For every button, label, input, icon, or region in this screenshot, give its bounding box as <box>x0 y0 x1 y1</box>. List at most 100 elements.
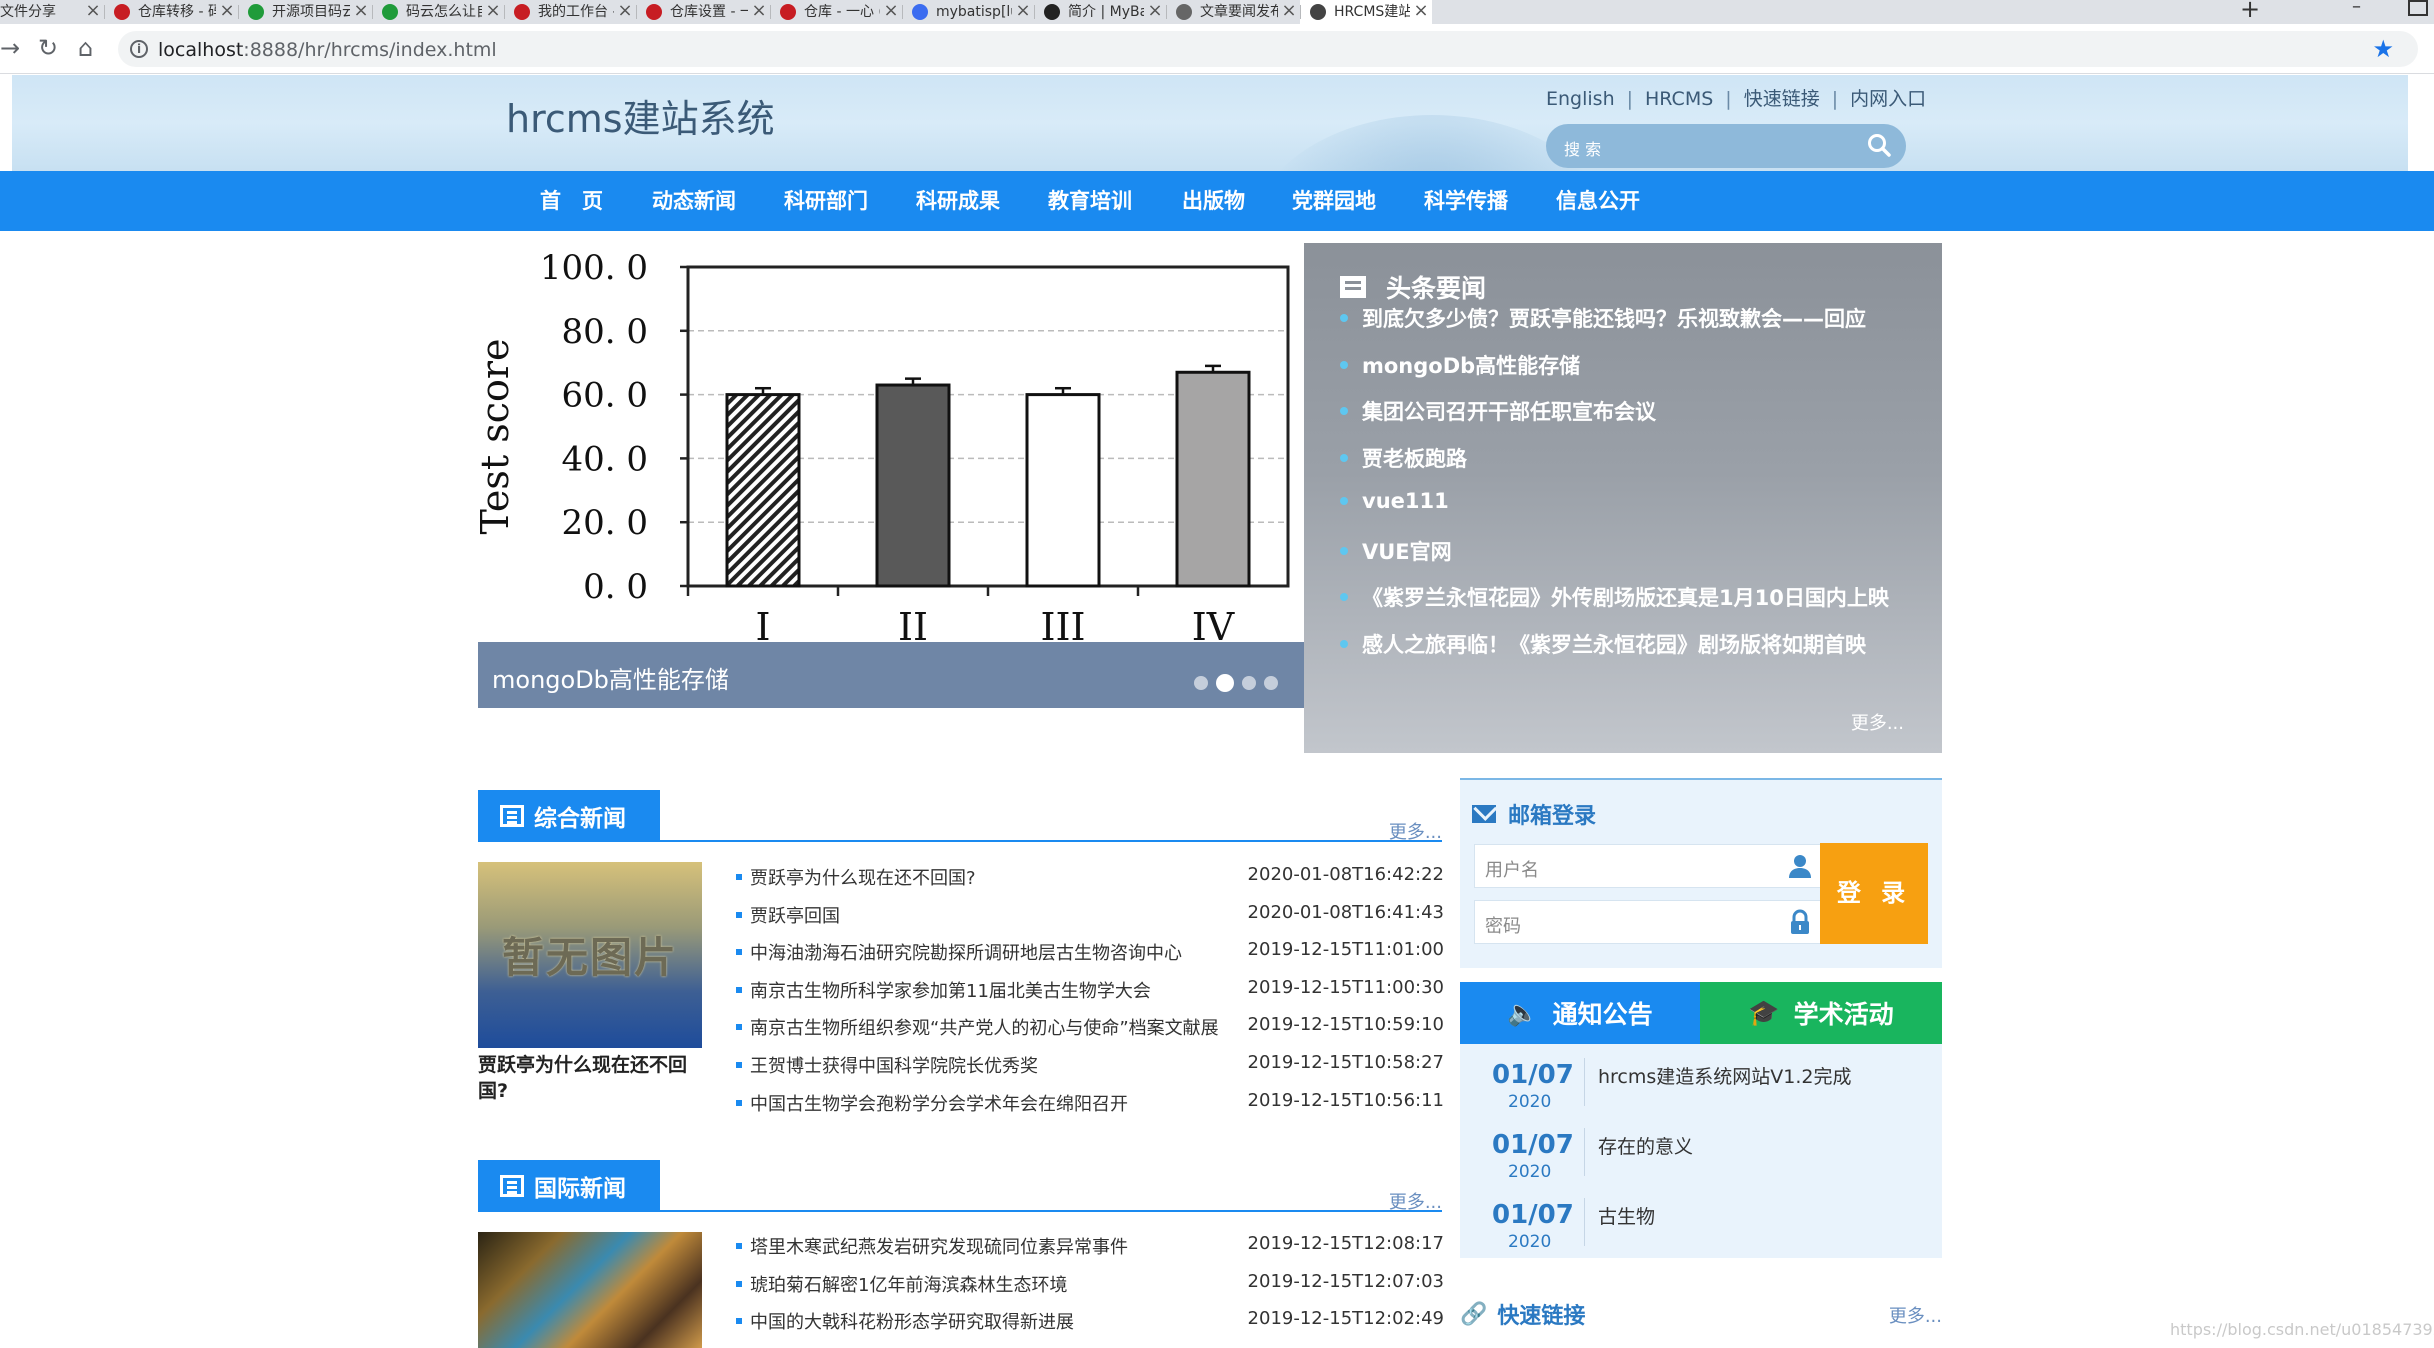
browser-tab[interactable]: mybatisp[lus_百度× <box>902 0 1034 24</box>
browser-tab[interactable]: 简介 | MyBatis-Plu× <box>1034 0 1166 24</box>
notice-item[interactable]: 01/07 2020 古生物 <box>1460 1184 1942 1252</box>
toplink-quicklinks[interactable]: 快速链接 <box>1744 88 1820 110</box>
news-row[interactable]: 南京古生物所组织参观“共产党人的初心与使命”档案文献展 2019-12-15T10… <box>736 1014 1444 1040</box>
news-title[interactable]: 贾跃亭回国 <box>750 902 840 928</box>
search-box[interactable]: 搜 索 <box>1546 124 1906 168</box>
maximize-button[interactable] <box>2408 0 2428 16</box>
notice-title[interactable]: 古生物 <box>1598 1202 1655 1229</box>
login-button[interactable]: 登 录 <box>1820 843 1928 944</box>
news-title[interactable]: 中海油渤海石油研究院勘探所调研地层古生物咨询中心 <box>750 939 1182 965</box>
browser-tab[interactable]: 仓库设置 - 一心/hr× <box>636 0 770 24</box>
nav-item[interactable]: 出版物 <box>1182 171 1245 231</box>
browser-tab[interactable]: 仓库转移 - 码云 Gi× <box>104 0 238 24</box>
headline-item[interactable]: mongoDb高性能存储 <box>1340 350 1580 380</box>
news-thumbnail-placeholder[interactable]: 暂无图片 <box>478 862 702 1048</box>
international-news-more-link[interactable]: 更多... <box>1389 1188 1442 1214</box>
browser-tab[interactable]: 文章要闻发布管理× <box>1166 0 1300 24</box>
close-tab-icon[interactable]: × <box>614 0 636 24</box>
site-info-icon[interactable]: i <box>130 40 148 58</box>
headlines-more-link[interactable]: 更多... <box>1851 709 1904 735</box>
close-tab-icon[interactable]: × <box>82 0 104 24</box>
search-input[interactable]: 搜 索 <box>1564 136 1601 160</box>
close-tab-icon[interactable]: × <box>1144 0 1166 24</box>
news-title[interactable]: 南京古生物所科学家参加第11届北美古生物学大会 <box>750 977 1151 1003</box>
site-title[interactable]: hrcms建站系统 <box>506 88 775 143</box>
headline-item[interactable]: 《紫罗兰永恒花园》外传剧场版还真是1月10日国内上映 <box>1340 582 1889 612</box>
notice-title[interactable]: 存在的意义 <box>1598 1132 1693 1159</box>
browser-tab[interactable]: 文件分享 × <box>0 0 104 24</box>
close-tab-icon[interactable]: × <box>216 0 238 24</box>
quick-links-more-link[interactable]: 更多... <box>1889 1302 1942 1328</box>
nav-item[interactable]: 科学传播 <box>1424 171 1508 231</box>
news-row[interactable]: 南京古生物所科学家参加第11届北美古生物学大会 2019-12-15T11:00:… <box>736 977 1444 1003</box>
news-row[interactable]: 贾跃亭回国 2020-01-08T16:41:43 <box>736 902 1444 928</box>
browser-tab[interactable]: 开源项目码云的项目× <box>238 0 372 24</box>
slide-dot[interactable] <box>1242 676 1256 690</box>
browser-tab[interactable]: 仓库 - 一心 (haor× <box>770 0 902 24</box>
thumbnail-caption[interactable]: 贾跃亭为什么现在还不回国? <box>478 1052 702 1104</box>
password-input[interactable]: 密码 <box>1485 912 1521 938</box>
nav-item[interactable]: 科研成果 <box>916 171 1000 231</box>
forward-icon[interactable]: → <box>0 36 20 60</box>
news-row[interactable]: 王贺博士获得中国科学院院长优秀奖 2019-12-15T10:58:27 <box>736 1052 1444 1078</box>
banner-caption[interactable]: mongoDb高性能存储 <box>492 660 729 695</box>
close-tab-icon[interactable]: × <box>1012 0 1034 24</box>
minimize-button[interactable]: – <box>2352 0 2361 24</box>
toplink-intranet[interactable]: 内网入口 <box>1850 88 1926 110</box>
headline-item[interactable]: 感人之旅再临！《紫罗兰永恒花园》剧场版将如期首映 <box>1340 629 1866 659</box>
news-row[interactable]: 贾跃亭为什么现在还不回国? 2020-01-08T16:42:22 <box>736 864 1444 890</box>
slide-dot[interactable] <box>1264 676 1278 690</box>
nav-item[interactable]: 动态新闻 <box>652 171 736 231</box>
browser-tab[interactable]: 码云怎么让自己不× <box>372 0 504 24</box>
news-row[interactable]: 中海油渤海石油研究院勘探所调研地层古生物咨询中心 2019-12-15T11:01… <box>736 939 1444 965</box>
new-tab-button[interactable]: + <box>2236 0 2264 24</box>
headline-item[interactable]: 集团公司召开干部任职宣布会议 <box>1340 396 1656 426</box>
password-field[interactable]: 密码 <box>1474 900 1824 944</box>
general-news-more-link[interactable]: 更多... <box>1389 818 1442 844</box>
username-field[interactable]: 用户名 <box>1474 844 1824 888</box>
nav-item[interactable]: 首 页 <box>540 171 603 231</box>
nav-item[interactable]: 党群园地 <box>1292 171 1376 231</box>
banner-slide[interactable]: 0. 0 20. 0 40. 0 60. 0 80. 0 100. 0 Test score… <box>478 243 1304 708</box>
tab-notices[interactable]: 🔈 通知公告 <box>1460 982 1700 1044</box>
close-tab-icon[interactable]: × <box>1410 0 1432 24</box>
headline-item[interactable]: 贾老板跑路 <box>1340 443 1467 473</box>
news-title[interactable]: 中国的大戟科花粉形态学研究取得新进展 <box>750 1308 1074 1334</box>
close-tab-icon[interactable]: × <box>748 0 770 24</box>
close-tab-icon[interactable]: × <box>1278 0 1300 24</box>
close-tab-icon[interactable]: × <box>880 0 902 24</box>
browser-tab[interactable]: 我的工作台 - 码云× <box>504 0 636 24</box>
news-title[interactable]: 南京古生物所组织参观“共产党人的初心与使命”档案文献展 <box>750 1014 1219 1040</box>
fossil-thumbnail[interactable] <box>478 1232 702 1348</box>
headline-item[interactable]: 到底欠多少债？贾跃亭能还钱吗？乐视致歉会——回应 <box>1340 303 1866 333</box>
nav-item[interactable]: 教育培训 <box>1048 171 1132 231</box>
notice-item[interactable]: 01/07 2020 hrcms建造系统网站V1.2完成 <box>1460 1044 1942 1112</box>
news-row[interactable]: 塔里木寒武纪燕发岩研究发现硫同位素异常事件 2019-12-15T12:08:17 <box>736 1233 1444 1259</box>
news-row[interactable]: 中国的大戟科花粉形态学研究取得新进展 2019-12-15T12:02:49 <box>736 1308 1444 1334</box>
slide-dot[interactable] <box>1216 674 1234 692</box>
tab-general-news[interactable]: 综合新闻 <box>478 790 660 842</box>
slide-dot[interactable] <box>1194 676 1208 690</box>
news-row[interactable]: 中国古生物学会孢粉学分会学术年会在绵阳召开 2019-12-15T10:56:11 <box>736 1090 1444 1116</box>
browser-tab[interactable]: HRCMS建站系统 × <box>1300 0 1432 24</box>
news-title[interactable]: 琥珀菊石解密1亿年前海滨森林生态环境 <box>750 1271 1067 1297</box>
close-tab-icon[interactable]: × <box>482 0 504 24</box>
headline-item[interactable]: VUE官网 <box>1340 536 1452 566</box>
toplink-hrcms[interactable]: HRCMS <box>1645 88 1713 110</box>
news-title[interactable]: 王贺博士获得中国科学院院长优秀奖 <box>750 1052 1038 1078</box>
news-title[interactable]: 塔里木寒武纪燕发岩研究发现硫同位素异常事件 <box>750 1233 1128 1259</box>
bookmark-star-icon[interactable]: ★ <box>2372 35 2394 63</box>
tab-academic-activities[interactable]: 🎓 学术活动 <box>1700 982 1942 1044</box>
home-icon[interactable]: ⌂ <box>78 36 93 60</box>
nav-item[interactable]: 信息公开 <box>1556 171 1640 231</box>
news-row[interactable]: 琥珀菊石解密1亿年前海滨森林生态环境 2019-12-15T12:07:03 <box>736 1271 1444 1297</box>
news-title[interactable]: 贾跃亭为什么现在还不回国? <box>750 864 976 890</box>
nav-item[interactable]: 科研部门 <box>784 171 868 231</box>
toplink-english[interactable]: English <box>1546 88 1615 110</box>
search-icon[interactable] <box>1866 132 1892 158</box>
headline-item[interactable]: vue111 <box>1340 489 1449 513</box>
notice-title[interactable]: hrcms建造系统网站V1.2完成 <box>1598 1062 1852 1089</box>
tab-international-news[interactable]: 国际新闻 <box>478 1160 660 1212</box>
news-title[interactable]: 中国古生物学会孢粉学分会学术年会在绵阳召开 <box>750 1090 1128 1116</box>
notice-item[interactable]: 01/07 2020 存在的意义 <box>1460 1114 1942 1182</box>
